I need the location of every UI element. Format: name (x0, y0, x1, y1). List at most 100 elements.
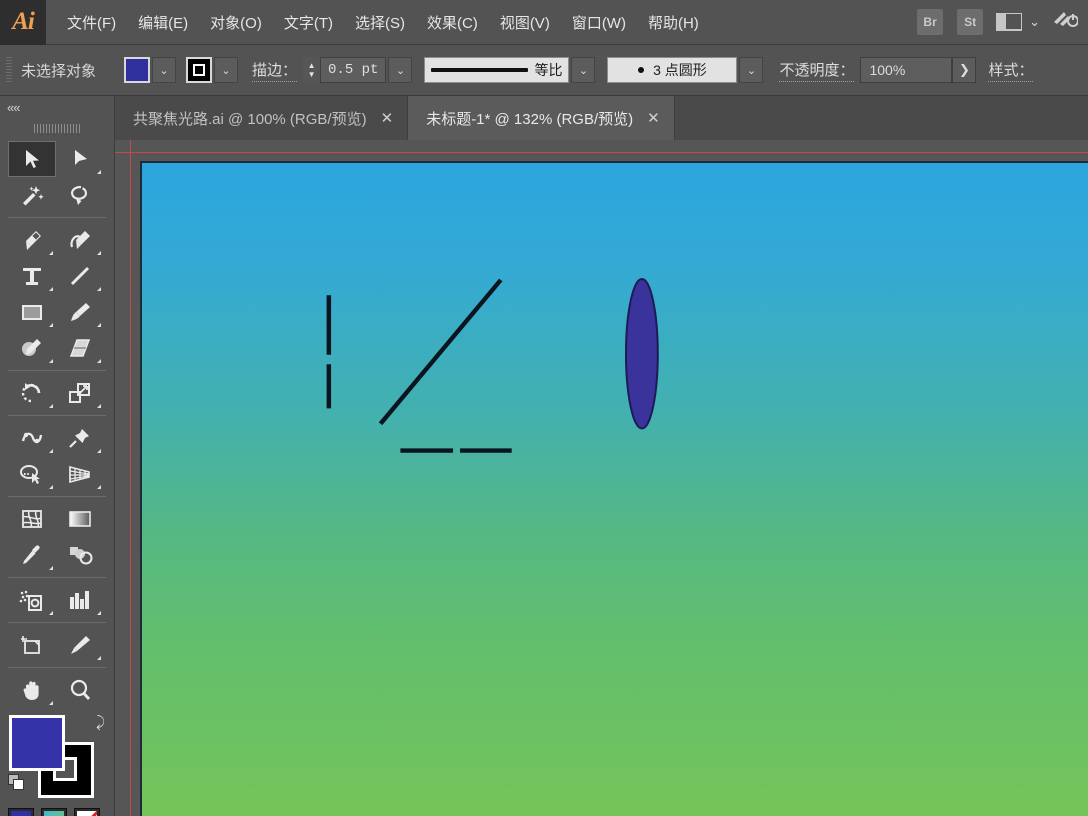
chevron-down-icon[interactable]: ⌄ (1029, 14, 1040, 30)
curvature-tool[interactable] (56, 222, 104, 258)
tool-group-corner-icon (97, 287, 101, 291)
brush-definition-selector[interactable]: 3 点圆形 (607, 57, 738, 83)
stroke-profile-preview-icon (431, 68, 529, 72)
tool-group-divider (8, 667, 106, 668)
stroke-profile-chevron-icon[interactable]: ⌄ (571, 57, 596, 83)
eyedropper-icon (20, 544, 44, 566)
app-logo-icon: Ai (0, 0, 46, 45)
brush-chevron-icon[interactable]: ⌄ (739, 57, 764, 83)
bridge-icon[interactable]: Br (917, 9, 944, 35)
blend-tool[interactable] (56, 537, 104, 573)
document-tab[interactable]: 未标题-1* @ 132% (RGB/预览) ✕ (408, 96, 675, 140)
lasso-icon (68, 184, 92, 206)
zoom-tool[interactable] (56, 672, 104, 708)
stroke-weight-chevron-icon[interactable]: ⌄ (388, 57, 413, 83)
rectangle-tool[interactable] (8, 294, 56, 330)
menu-file[interactable]: 文件(F) (56, 8, 127, 37)
menu-effect[interactable]: 效果(C) (416, 8, 489, 37)
creative-cloud-icon[interactable] (1052, 9, 1079, 35)
stock-icon[interactable]: St (957, 9, 984, 35)
swap-fill-stroke-icon[interactable]: ⤸ (96, 714, 105, 731)
stroke-weight-input[interactable]: 0.5 pt (320, 57, 387, 83)
curvature-pen-icon (68, 229, 92, 251)
stroke-color-swatch[interactable] (186, 57, 213, 83)
eyedropper-tool[interactable] (8, 537, 56, 573)
document-tab[interactable]: 共聚焦光路.ai @ 100% (RGB/预览) ✕ (115, 96, 409, 140)
tool-group-corner-icon (49, 449, 53, 453)
shape-builder-tool[interactable] (8, 456, 56, 492)
toolbar-fill-swatch[interactable] (9, 715, 65, 771)
line-segment-icon (69, 265, 91, 287)
lasso-tool[interactable] (56, 177, 104, 213)
line-segment-tool[interactable] (56, 258, 104, 294)
close-icon[interactable]: ✕ (647, 109, 660, 127)
tool-group-corner-icon (97, 656, 101, 660)
magic-wand-tool[interactable] (8, 177, 56, 213)
hand-tool[interactable] (8, 672, 56, 708)
mesh-tool[interactable] (8, 501, 56, 537)
canvas-area[interactable] (115, 140, 1088, 816)
opacity-label: 不透明度： (779, 59, 855, 82)
scale-tool[interactable] (56, 375, 104, 411)
tool-group-divider (8, 622, 106, 623)
opacity-expand-arrow-icon[interactable]: ❯ (952, 57, 977, 83)
brush-preview-icon (638, 67, 645, 73)
tool-group-corner-icon (49, 566, 53, 570)
close-icon[interactable]: ✕ (381, 109, 394, 127)
tool-group-corner-icon (49, 611, 53, 615)
menu-window[interactable]: 窗口(W) (561, 8, 637, 37)
width-warp-icon (20, 427, 44, 449)
menu-view[interactable]: 视图(V) (489, 8, 561, 37)
free-transform-tool[interactable] (56, 420, 104, 456)
stroke-dropdown-chevron-icon[interactable]: ⌄ (214, 57, 239, 83)
menu-bar: Ai 文件(F) 编辑(E) 对象(O) 文字(T) 选择(S) 效果(C) 视图(V) 窗口… (0, 0, 1088, 45)
fill-color-swatch[interactable] (124, 57, 151, 83)
menu-edit[interactable]: 编辑(E) (127, 8, 199, 37)
menu-help[interactable]: 帮助(H) (637, 8, 710, 37)
pushpin-icon (68, 427, 92, 449)
opacity-input[interactable]: 100% (860, 57, 953, 83)
shaper-tool[interactable] (8, 330, 56, 366)
workspace-layout-icon[interactable] (996, 13, 1023, 31)
tools-panel-collapse-button[interactable]: «« (0, 96, 114, 118)
direct-selection-tool[interactable] (56, 141, 104, 177)
tool-group-corner-icon (49, 359, 53, 363)
color-mode-none-button[interactable] (74, 808, 100, 816)
selection-tool[interactable] (8, 141, 56, 177)
eraser-tool[interactable] (56, 330, 104, 366)
color-mode-gradient-button[interactable] (41, 808, 67, 816)
fill-dropdown-chevron-icon[interactable]: ⌄ (152, 57, 177, 83)
slice-knife-icon (68, 634, 92, 656)
paintbrush-tool[interactable] (56, 294, 104, 330)
column-graph-tool[interactable] (56, 582, 104, 618)
stroke-profile-selector[interactable]: 等比 (424, 57, 570, 83)
artboard[interactable] (140, 161, 1088, 816)
tools-panel-grip[interactable] (0, 120, 114, 136)
default-fill-stroke-icon[interactable] (8, 774, 25, 791)
tool-group-divider (8, 496, 106, 497)
direct-selection-arrow-icon (69, 148, 91, 170)
artboard-tool[interactable] (8, 627, 56, 663)
pen-tool[interactable] (8, 222, 56, 258)
type-tool[interactable] (8, 258, 56, 294)
color-controls: ⤸ (0, 712, 115, 816)
width-tool[interactable] (8, 420, 56, 456)
tool-group-divider (8, 370, 106, 371)
control-bar-grip[interactable] (6, 57, 12, 83)
menu-type[interactable]: 文字(T) (273, 8, 344, 37)
diagonal-line[interactable] (378, 278, 503, 426)
tool-group-corner-icon (49, 287, 53, 291)
slice-tool[interactable] (56, 627, 104, 663)
rotate-tool[interactable] (8, 375, 56, 411)
perspective-grid-tool[interactable] (56, 456, 104, 492)
tool-group-corner-icon (97, 323, 101, 327)
menu-select[interactable]: 选择(S) (344, 8, 416, 37)
rectangle-icon (20, 301, 44, 323)
vertical-ellipse[interactable] (624, 278, 659, 430)
color-mode-color-button[interactable] (8, 808, 34, 816)
menu-object[interactable]: 对象(O) (199, 8, 273, 37)
tool-group-corner-icon (97, 485, 101, 489)
stroke-weight-stepper[interactable]: ▲ ▼ (303, 57, 321, 83)
gradient-tool[interactable] (56, 501, 104, 537)
symbol-sprayer-tool[interactable] (8, 582, 56, 618)
